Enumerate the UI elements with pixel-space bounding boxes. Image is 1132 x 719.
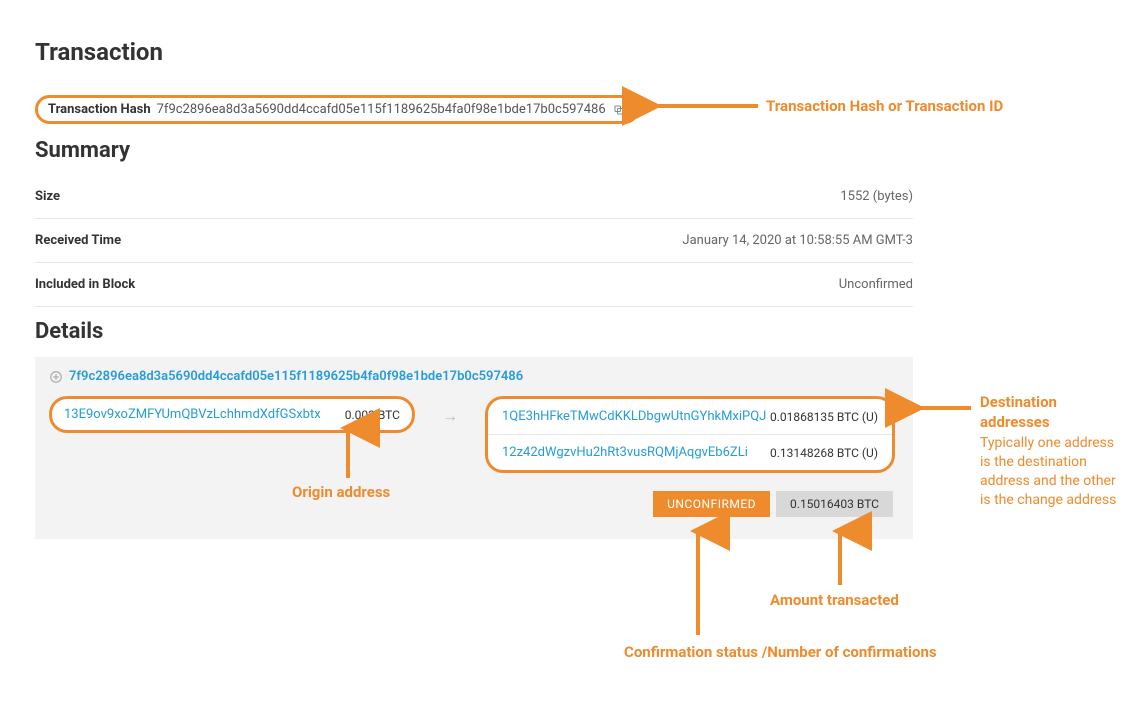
arrow-icon: [832, 525, 848, 589]
summary-key: Received Time: [35, 233, 121, 248]
arrow-icon: →: [415, 396, 485, 426]
output-amount: 0.01868135 BTC (U): [770, 410, 878, 424]
callout-hash: Transaction Hash or Transaction ID: [766, 96, 1003, 116]
callout-amount: Amount transacted: [770, 590, 899, 610]
summary-row-size: Size 1552 (bytes): [35, 175, 913, 219]
arrow-icon: [690, 525, 706, 639]
summary-value: January 14, 2020 at 10:58:55 AM GMT-3: [682, 233, 913, 248]
summary-row-block: Included in Block Unconfirmed: [35, 263, 913, 307]
transaction-hash-label: Transaction Hash: [48, 102, 151, 117]
output-row: 12z42dWgzvHu2hRt3vusRQMjAqgvEb6ZLi 0.131…: [488, 434, 892, 470]
outputs-box: 1QE3hHFkeTMwCdKKLDbgwUtnGYhkMxiPQJ 0.018…: [485, 396, 895, 473]
summary-value: 1552 (bytes): [840, 189, 913, 204]
transaction-hash-value: 7f9c2896ea8d3a5690dd4ccafd05e115f1189625…: [157, 102, 606, 117]
arrow-icon: [648, 98, 758, 118]
status-row: UNCONFIRMED 0.15016403 BTC: [49, 491, 899, 517]
arrow-icon: [340, 422, 356, 482]
page-title: Transaction: [35, 38, 163, 66]
expand-icon[interactable]: [49, 370, 63, 384]
summary-heading: Summary: [35, 138, 130, 163]
transaction-hash-row: Transaction Hash 7f9c2896ea8d3a5690dd4cc…: [35, 95, 639, 124]
input-address-link[interactable]: 13E9ov9xoZMFYUmQBVzLchhmdXdfGSxbtx: [64, 407, 321, 422]
callout-status: Confirmation status /Number of confirmat…: [624, 642, 1084, 662]
total-amount-badge: 0.15016403 BTC: [776, 491, 893, 517]
input-amount: 0.003 BTC: [345, 408, 400, 422]
details-heading: Details: [35, 319, 103, 344]
callout-dest-body: Typically one address is the destination…: [980, 434, 1120, 510]
copy-icon[interactable]: [612, 103, 626, 117]
output-address-link[interactable]: 1QE3hHFkeTMwCdKKLDbgwUtnGYhkMxiPQJ: [502, 409, 766, 424]
tx-hash-link[interactable]: 7f9c2896ea8d3a5690dd4ccafd05e115f1189625…: [69, 369, 523, 384]
output-row: 1QE3hHFkeTMwCdKKLDbgwUtnGYhkMxiPQJ 0.018…: [488, 399, 892, 434]
summary-value: Unconfirmed: [839, 277, 913, 292]
input-box: 13E9ov9xoZMFYUmQBVzLchhmdXdfGSxbtx 0.003…: [49, 396, 415, 433]
callout-origin: Origin address: [292, 482, 390, 502]
summary-table: Size 1552 (bytes) Received Time January …: [35, 175, 913, 307]
output-address-link[interactable]: 12z42dWgzvHu2hRt3vusRQMjAqgvEb6ZLi: [502, 445, 748, 460]
summary-key: Included in Block: [35, 277, 135, 292]
callout-dest-title: Destination addresses: [980, 392, 1120, 433]
summary-key: Size: [35, 189, 60, 204]
output-amount: 0.13148268 BTC (U): [770, 446, 878, 460]
arrow-icon: [911, 400, 971, 420]
details-panel: 7f9c2896ea8d3a5690dd4ccafd05e115f1189625…: [35, 357, 913, 539]
io-row: 13E9ov9xoZMFYUmQBVzLchhmdXdfGSxbtx 0.003…: [49, 396, 899, 473]
tx-link-row: 7f9c2896ea8d3a5690dd4ccafd05e115f1189625…: [49, 369, 899, 384]
summary-row-received: Received Time January 14, 2020 at 10:58:…: [35, 219, 913, 263]
confirmation-status-badge: UNCONFIRMED: [653, 491, 770, 517]
